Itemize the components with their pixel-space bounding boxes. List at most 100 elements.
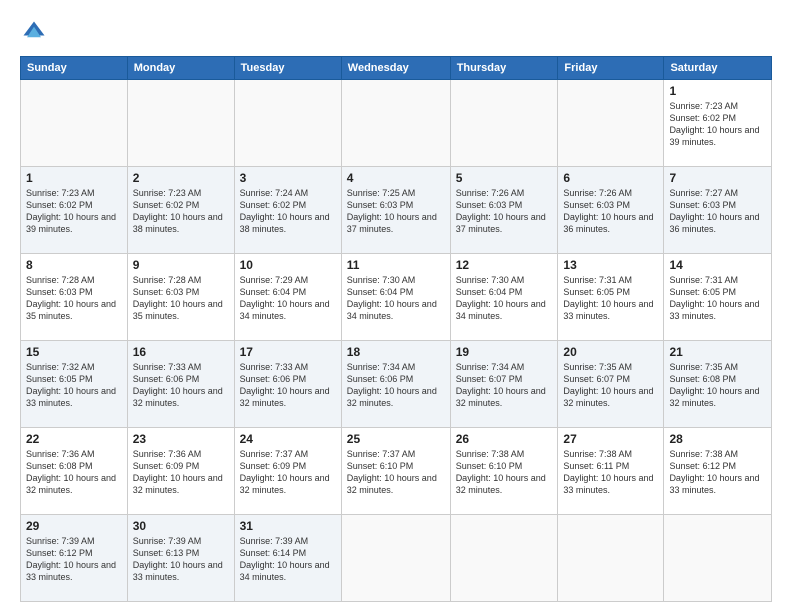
day-info: Sunrise: 7:36 AM Sunset: 6:08 PM Dayligh… xyxy=(26,448,122,497)
day-info: Sunrise: 7:30 AM Sunset: 6:04 PM Dayligh… xyxy=(347,274,445,323)
logo xyxy=(20,18,52,46)
day-info: Sunrise: 7:23 AM Sunset: 6:02 PM Dayligh… xyxy=(26,187,122,236)
calendar-cell: 23 Sunrise: 7:36 AM Sunset: 6:09 PM Dayl… xyxy=(127,428,234,515)
calendar-cell: 19 Sunrise: 7:34 AM Sunset: 6:07 PM Dayl… xyxy=(450,341,558,428)
calendar-week-6: 29 Sunrise: 7:39 AM Sunset: 6:12 PM Dayl… xyxy=(21,515,772,602)
day-number: 2 xyxy=(133,171,229,185)
day-info: Sunrise: 7:23 AM Sunset: 6:02 PM Dayligh… xyxy=(669,100,766,149)
day-info: Sunrise: 7:38 AM Sunset: 6:12 PM Dayligh… xyxy=(669,448,766,497)
day-number: 1 xyxy=(669,84,766,98)
day-info: Sunrise: 7:26 AM Sunset: 6:03 PM Dayligh… xyxy=(456,187,553,236)
calendar-cell: 20 Sunrise: 7:35 AM Sunset: 6:07 PM Dayl… xyxy=(558,341,664,428)
calendar-cell: 26 Sunrise: 7:38 AM Sunset: 6:10 PM Dayl… xyxy=(450,428,558,515)
calendar-header-monday: Monday xyxy=(127,57,234,80)
day-info: Sunrise: 7:37 AM Sunset: 6:10 PM Dayligh… xyxy=(347,448,445,497)
day-info: Sunrise: 7:35 AM Sunset: 6:07 PM Dayligh… xyxy=(563,361,658,410)
day-info: Sunrise: 7:39 AM Sunset: 6:12 PM Dayligh… xyxy=(26,535,122,584)
day-info: Sunrise: 7:35 AM Sunset: 6:08 PM Dayligh… xyxy=(669,361,766,410)
calendar-cell: 9 Sunrise: 7:28 AM Sunset: 6:03 PM Dayli… xyxy=(127,254,234,341)
calendar-cell xyxy=(450,80,558,167)
calendar-cell: 1 Sunrise: 7:23 AM Sunset: 6:02 PM Dayli… xyxy=(664,80,772,167)
day-number: 15 xyxy=(26,345,122,359)
day-info: Sunrise: 7:29 AM Sunset: 6:04 PM Dayligh… xyxy=(240,274,336,323)
calendar-cell: 12 Sunrise: 7:30 AM Sunset: 6:04 PM Dayl… xyxy=(450,254,558,341)
day-info: Sunrise: 7:28 AM Sunset: 6:03 PM Dayligh… xyxy=(26,274,122,323)
day-info: Sunrise: 7:31 AM Sunset: 6:05 PM Dayligh… xyxy=(669,274,766,323)
day-info: Sunrise: 7:38 AM Sunset: 6:11 PM Dayligh… xyxy=(563,448,658,497)
calendar-week-1: 1 Sunrise: 7:23 AM Sunset: 6:02 PM Dayli… xyxy=(21,80,772,167)
day-number: 10 xyxy=(240,258,336,272)
day-number: 9 xyxy=(133,258,229,272)
calendar-header-wednesday: Wednesday xyxy=(341,57,450,80)
calendar-cell xyxy=(127,80,234,167)
day-info: Sunrise: 7:36 AM Sunset: 6:09 PM Dayligh… xyxy=(133,448,229,497)
calendar-week-5: 22 Sunrise: 7:36 AM Sunset: 6:08 PM Dayl… xyxy=(21,428,772,515)
day-info: Sunrise: 7:32 AM Sunset: 6:05 PM Dayligh… xyxy=(26,361,122,410)
calendar-cell xyxy=(558,515,664,602)
calendar-body: 1 Sunrise: 7:23 AM Sunset: 6:02 PM Dayli… xyxy=(21,80,772,602)
day-info: Sunrise: 7:39 AM Sunset: 6:13 PM Dayligh… xyxy=(133,535,229,584)
calendar-cell: 14 Sunrise: 7:31 AM Sunset: 6:05 PM Dayl… xyxy=(664,254,772,341)
day-number: 20 xyxy=(563,345,658,359)
calendar-cell: 16 Sunrise: 7:33 AM Sunset: 6:06 PM Dayl… xyxy=(127,341,234,428)
calendar-cell: 7 Sunrise: 7:27 AM Sunset: 6:03 PM Dayli… xyxy=(664,167,772,254)
calendar-cell: 8 Sunrise: 7:28 AM Sunset: 6:03 PM Dayli… xyxy=(21,254,128,341)
day-number: 17 xyxy=(240,345,336,359)
day-number: 29 xyxy=(26,519,122,533)
calendar-cell: 21 Sunrise: 7:35 AM Sunset: 6:08 PM Dayl… xyxy=(664,341,772,428)
calendar-cell: 17 Sunrise: 7:33 AM Sunset: 6:06 PM Dayl… xyxy=(234,341,341,428)
calendar-header-thursday: Thursday xyxy=(450,57,558,80)
day-number: 27 xyxy=(563,432,658,446)
calendar-header-saturday: Saturday xyxy=(664,57,772,80)
calendar-cell: 24 Sunrise: 7:37 AM Sunset: 6:09 PM Dayl… xyxy=(234,428,341,515)
day-number: 28 xyxy=(669,432,766,446)
day-number: 7 xyxy=(669,171,766,185)
day-info: Sunrise: 7:27 AM Sunset: 6:03 PM Dayligh… xyxy=(669,187,766,236)
calendar-header-tuesday: Tuesday xyxy=(234,57,341,80)
calendar-cell: 31 Sunrise: 7:39 AM Sunset: 6:14 PM Dayl… xyxy=(234,515,341,602)
calendar-cell: 22 Sunrise: 7:36 AM Sunset: 6:08 PM Dayl… xyxy=(21,428,128,515)
calendar: SundayMondayTuesdayWednesdayThursdayFrid… xyxy=(20,56,772,602)
day-number: 25 xyxy=(347,432,445,446)
calendar-cell: 11 Sunrise: 7:30 AM Sunset: 6:04 PM Dayl… xyxy=(341,254,450,341)
day-info: Sunrise: 7:31 AM Sunset: 6:05 PM Dayligh… xyxy=(563,274,658,323)
calendar-cell: 25 Sunrise: 7:37 AM Sunset: 6:10 PM Dayl… xyxy=(341,428,450,515)
header xyxy=(20,18,772,46)
calendar-cell: 13 Sunrise: 7:31 AM Sunset: 6:05 PM Dayl… xyxy=(558,254,664,341)
day-number: 11 xyxy=(347,258,445,272)
day-number: 21 xyxy=(669,345,766,359)
calendar-cell: 2 Sunrise: 7:23 AM Sunset: 6:02 PM Dayli… xyxy=(127,167,234,254)
day-info: Sunrise: 7:24 AM Sunset: 6:02 PM Dayligh… xyxy=(240,187,336,236)
day-number: 1 xyxy=(26,171,122,185)
day-info: Sunrise: 7:39 AM Sunset: 6:14 PM Dayligh… xyxy=(240,535,336,584)
day-info: Sunrise: 7:23 AM Sunset: 6:02 PM Dayligh… xyxy=(133,187,229,236)
calendar-cell: 10 Sunrise: 7:29 AM Sunset: 6:04 PM Dayl… xyxy=(234,254,341,341)
day-number: 8 xyxy=(26,258,122,272)
calendar-cell xyxy=(21,80,128,167)
day-number: 5 xyxy=(456,171,553,185)
calendar-cell: 15 Sunrise: 7:32 AM Sunset: 6:05 PM Dayl… xyxy=(21,341,128,428)
calendar-week-3: 8 Sunrise: 7:28 AM Sunset: 6:03 PM Dayli… xyxy=(21,254,772,341)
calendar-cell: 6 Sunrise: 7:26 AM Sunset: 6:03 PM Dayli… xyxy=(558,167,664,254)
day-info: Sunrise: 7:38 AM Sunset: 6:10 PM Dayligh… xyxy=(456,448,553,497)
day-number: 3 xyxy=(240,171,336,185)
calendar-cell xyxy=(664,515,772,602)
day-number: 13 xyxy=(563,258,658,272)
day-number: 26 xyxy=(456,432,553,446)
day-number: 12 xyxy=(456,258,553,272)
calendar-cell: 30 Sunrise: 7:39 AM Sunset: 6:13 PM Dayl… xyxy=(127,515,234,602)
calendar-cell: 4 Sunrise: 7:25 AM Sunset: 6:03 PM Dayli… xyxy=(341,167,450,254)
day-number: 19 xyxy=(456,345,553,359)
day-number: 6 xyxy=(563,171,658,185)
day-info: Sunrise: 7:26 AM Sunset: 6:03 PM Dayligh… xyxy=(563,187,658,236)
day-number: 18 xyxy=(347,345,445,359)
calendar-header-friday: Friday xyxy=(558,57,664,80)
calendar-cell: 3 Sunrise: 7:24 AM Sunset: 6:02 PM Dayli… xyxy=(234,167,341,254)
calendar-cell xyxy=(450,515,558,602)
calendar-cell: 5 Sunrise: 7:26 AM Sunset: 6:03 PM Dayli… xyxy=(450,167,558,254)
calendar-cell xyxy=(234,80,341,167)
day-info: Sunrise: 7:28 AM Sunset: 6:03 PM Dayligh… xyxy=(133,274,229,323)
calendar-cell: 29 Sunrise: 7:39 AM Sunset: 6:12 PM Dayl… xyxy=(21,515,128,602)
day-number: 31 xyxy=(240,519,336,533)
calendar-week-2: 1 Sunrise: 7:23 AM Sunset: 6:02 PM Dayli… xyxy=(21,167,772,254)
